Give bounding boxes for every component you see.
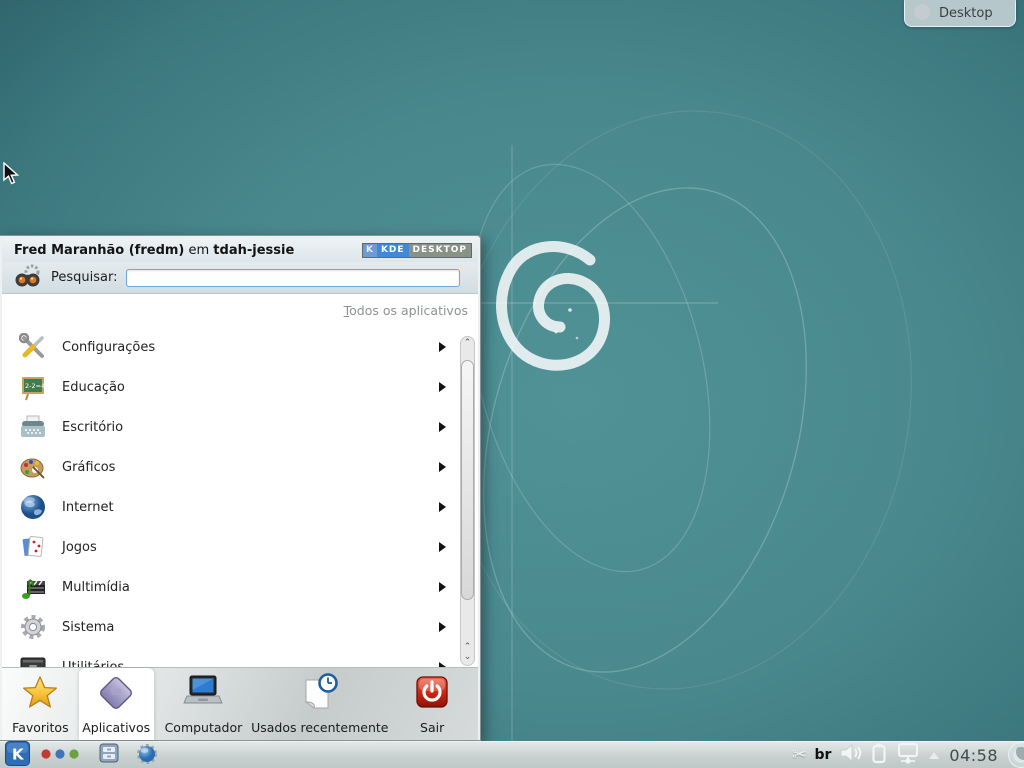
search-input[interactable]: [126, 269, 461, 287]
internet-globe-icon: [18, 492, 48, 522]
host-name: tdah-jessie: [213, 243, 294, 258]
tab-computador[interactable]: Computador: [154, 668, 254, 740]
menu-item-escritorio[interactable]: Escritório: [2, 407, 456, 447]
svg-text:K: K: [12, 745, 25, 763]
multimedia-clapper-note-icon: [18, 572, 48, 602]
submenu-arrow-icon: [439, 422, 446, 432]
menu-item-utilitarios[interactable]: Utilitários: [2, 647, 456, 667]
keyboard-layout-indicator[interactable]: br: [814, 747, 831, 763]
tab-label: Sair: [420, 720, 444, 735]
education-chalkboard-icon: 2-2=4: [18, 372, 48, 402]
menu-item-configuracoes[interactable]: Configurações: [2, 327, 456, 367]
menu-item-label: Utilitários: [62, 660, 439, 668]
scroll-up-icon[interactable]: ⌃: [464, 643, 472, 652]
applications-panel: Todos os aplicativos Configurações: [2, 294, 478, 667]
submenu-arrow-icon: [439, 342, 446, 352]
kde-logo-icon: K: [363, 244, 377, 257]
applications-diamond-icon: [96, 673, 136, 717]
settings-tools-icon: [18, 332, 48, 362]
panel-cashew-icon[interactable]: [1008, 742, 1024, 768]
menu-item-internet[interactable]: Internet: [2, 487, 456, 527]
desktop-toolbox-label: Desktop: [939, 6, 993, 21]
kickoff-tab-bar: Favoritos Aplicativos: [2, 667, 478, 740]
user-name: Fred Maranhão (fredm): [14, 243, 184, 258]
svg-text:2-2=4: 2-2=4: [25, 382, 45, 390]
menu-item-label: Educação: [62, 380, 439, 395]
speaker-icon[interactable]: [839, 743, 863, 767]
breadcrumb[interactable]: Todos os aplicativos: [2, 294, 478, 322]
scroll-up-icon[interactable]: ⌃: [464, 339, 472, 348]
menu-item-label: Configurações: [62, 340, 439, 355]
submenu-arrow-icon: [439, 622, 446, 632]
menu-item-multimidia[interactable]: Multimídia: [2, 567, 456, 607]
recently-used-clock-document-icon: [298, 673, 342, 717]
folder-drawer-icon[interactable]: [98, 742, 120, 768]
tab-sair[interactable]: Sair: [386, 668, 478, 740]
taskbar-panel: K ✂ br: [0, 741, 1024, 768]
menu-item-label: Gráficos: [62, 460, 439, 475]
games-cards-icon: [18, 532, 48, 562]
leave-power-icon: [412, 673, 452, 717]
menu-item-graficos[interactable]: Gráficos: [2, 447, 456, 487]
graphics-palette-icon: [18, 452, 48, 482]
scrollbar-thumb[interactable]: [461, 360, 474, 600]
computer-laptop-icon: [181, 673, 225, 717]
activity-dots-icon[interactable]: [39, 746, 81, 765]
kde-kickoff-icon[interactable]: K: [5, 741, 30, 768]
tab-label: Usados recentemente: [251, 720, 388, 735]
submenu-arrow-icon: [439, 462, 446, 472]
submenu-arrow-icon: [439, 582, 446, 592]
digital-clock[interactable]: 04:58: [949, 746, 998, 765]
menu-scrollbar[interactable]: ⌃ ⌃ ⌄: [460, 336, 475, 666]
tray-expander-up-triangle-icon[interactable]: [929, 752, 939, 759]
search-label: Pesquisar:: [51, 270, 118, 285]
search-row: Pesquisar:: [2, 262, 478, 294]
system-gear-icon: [18, 612, 48, 642]
submenu-arrow-icon: [439, 502, 446, 512]
scissors-icon[interactable]: ✂: [792, 747, 806, 764]
tab-favoritos[interactable]: Favoritos: [2, 668, 79, 740]
menu-item-label: Multimídia: [62, 580, 439, 595]
kickoff-header: Fred Maranhão (fredm) em tdah-jessie K K…: [2, 238, 478, 262]
binoculars-search-icon: [14, 263, 41, 293]
tab-label: Computador: [165, 720, 243, 735]
tab-usados-recentemente[interactable]: Usados recentemente: [253, 668, 386, 740]
submenu-arrow-icon: [439, 662, 446, 667]
menu-item-jogos[interactable]: Jogos: [2, 527, 456, 567]
globe-gear-icon[interactable]: [135, 741, 159, 768]
kickoff-menu: Fred Maranhão (fredm) em tdah-jessie K K…: [0, 235, 481, 741]
user-host-title: Fred Maranhão (fredm) em tdah-jessie: [14, 243, 362, 258]
badge-desktop-label: DESKTOP: [409, 244, 471, 257]
battery-icon[interactable]: [871, 742, 887, 768]
desktop-toolbox-button[interactable]: Desktop: [904, 0, 1016, 27]
star-icon: [20, 673, 60, 717]
office-typewriter-icon: [18, 412, 48, 442]
submenu-arrow-icon: [439, 382, 446, 392]
breadcrumb-rest: odos os aplicativos: [349, 303, 468, 318]
category-list: Configurações 2-2=4 Educação: [2, 327, 456, 667]
kde-desktop-badge: K KDE DESKTOP: [362, 243, 472, 258]
plasma-cashew-icon: [913, 3, 931, 21]
tab-label: Aplicativos: [82, 720, 150, 735]
menu-item-label: Jogos: [62, 540, 439, 555]
menu-item-label: Internet: [62, 500, 439, 515]
badge-kde-label: KDE: [377, 244, 409, 257]
mouse-cursor: [2, 162, 22, 190]
submenu-arrow-icon: [439, 542, 446, 552]
utilities-drawer-icon: [18, 652, 48, 667]
menu-item-educacao[interactable]: 2-2=4 Educação: [2, 367, 456, 407]
menu-item-label: Escritório: [62, 420, 439, 435]
network-monitor-icon[interactable]: [895, 742, 921, 768]
tab-label: Favoritos: [12, 720, 68, 735]
system-tray: ✂ br 04:58: [792, 742, 1024, 768]
menu-item-label: Sistema: [62, 620, 439, 635]
menu-item-sistema[interactable]: Sistema: [2, 607, 456, 647]
scroll-down-icon[interactable]: ⌄: [464, 653, 472, 662]
conjunction: em: [184, 243, 213, 258]
tab-aplicativos[interactable]: Aplicativos: [79, 668, 154, 740]
